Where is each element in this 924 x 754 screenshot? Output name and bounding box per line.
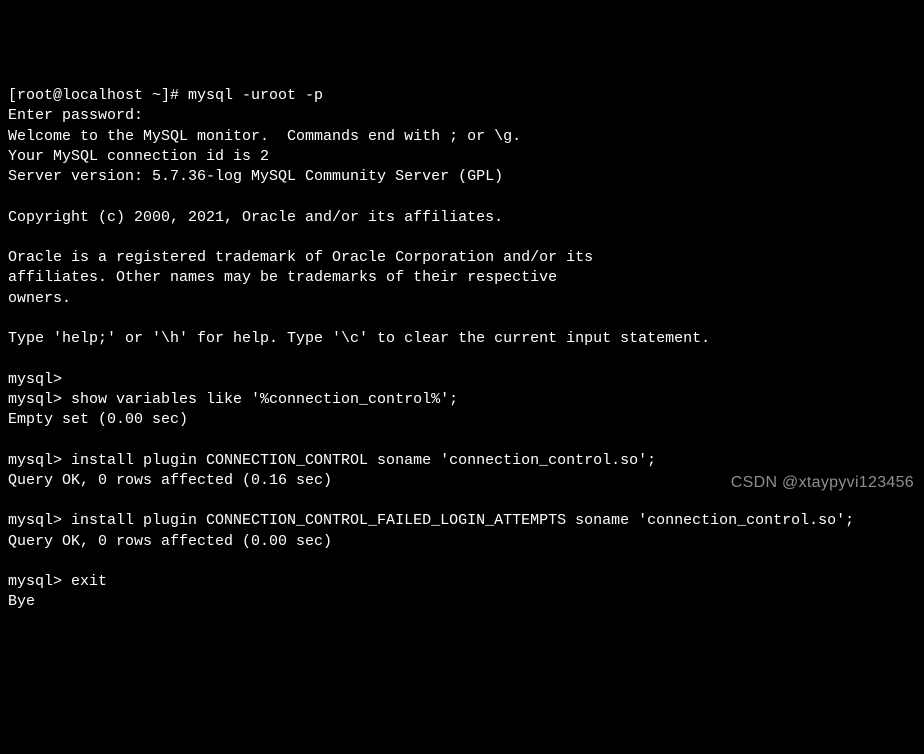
terminal-line <box>8 309 916 329</box>
terminal-line: Enter password: <box>8 106 916 126</box>
terminal-line: mysql> install plugin CONNECTION_CONTROL… <box>8 451 916 471</box>
terminal-line <box>8 430 916 450</box>
terminal-line <box>8 228 916 248</box>
terminal-line: mysql> <box>8 370 916 390</box>
terminal-line: mysql> exit <box>8 572 916 592</box>
terminal-line: Empty set (0.00 sec) <box>8 410 916 430</box>
terminal-line: owners. <box>8 289 916 309</box>
terminal-line: mysql> show variables like '%connection_… <box>8 390 916 410</box>
terminal-line: [root@localhost ~]# mysql -uroot -p <box>8 86 916 106</box>
terminal-line <box>8 552 916 572</box>
terminal-line: Bye <box>8 592 916 612</box>
terminal-line <box>8 491 916 511</box>
terminal-line: Query OK, 0 rows affected (0.00 sec) <box>8 532 916 552</box>
terminal-line: Welcome to the MySQL monitor. Commands e… <box>8 127 916 147</box>
watermark-text: CSDN @xtaypyvi123456 <box>731 472 914 494</box>
terminal-line <box>8 187 916 207</box>
terminal-line: affiliates. Other names may be trademark… <box>8 268 916 288</box>
terminal-line: Your MySQL connection id is 2 <box>8 147 916 167</box>
terminal-line: Copyright (c) 2000, 2021, Oracle and/or … <box>8 208 916 228</box>
terminal-line: Type 'help;' or '\h' for help. Type '\c'… <box>8 329 916 349</box>
terminal-line: Server version: 5.7.36-log MySQL Communi… <box>8 167 916 187</box>
terminal-output[interactable]: [root@localhost ~]# mysql -uroot -pEnter… <box>8 86 916 613</box>
terminal-line <box>8 349 916 369</box>
terminal-line: Oracle is a registered trademark of Orac… <box>8 248 916 268</box>
terminal-line: mysql> install plugin CONNECTION_CONTROL… <box>8 511 916 531</box>
